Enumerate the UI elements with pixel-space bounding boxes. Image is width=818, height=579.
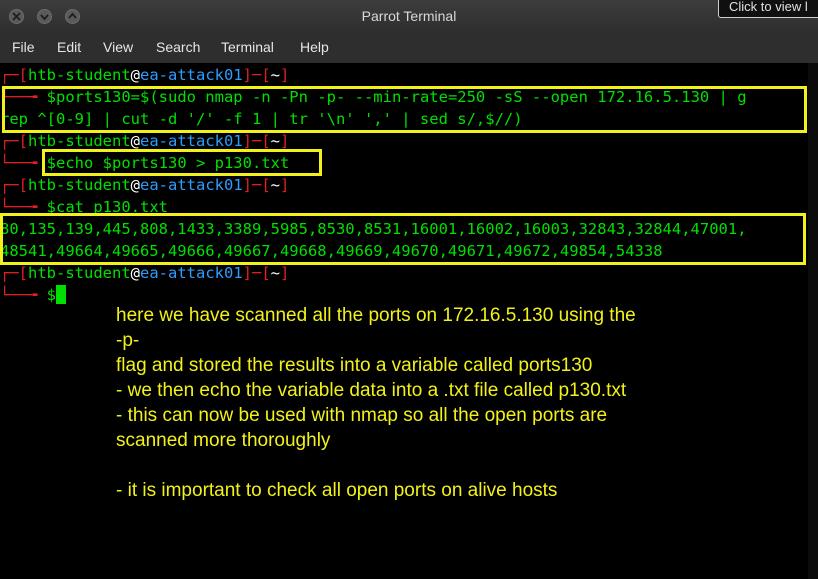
highlight-box-port-output — [0, 213, 806, 265]
annotation-line: - this can now be used with nmap so all … — [116, 405, 608, 426]
annotation-line — [116, 453, 756, 478]
command-line: └──╼ $ — [0, 284, 67, 306]
annotation-line: scanned more thoroughly — [116, 430, 331, 451]
prompt-line: ┌─[htb-student@ea-attack01]─[~] — [0, 66, 290, 84]
scrollbar[interactable] — [808, 63, 818, 579]
annotation-line: here we have scanned all the ports on 17… — [116, 305, 636, 326]
menu-edit[interactable]: Edit — [57, 39, 81, 55]
annotation-line: flag and stored the results into a varia… — [116, 355, 593, 376]
annotation-line: -p- — [116, 330, 140, 351]
annotation-line: - it is important to check all open port… — [116, 480, 558, 501]
prompt-line: ┌─[htb-student@ea-attack01]─[~] — [0, 264, 290, 282]
menu-file[interactable]: File — [12, 39, 35, 55]
annotation-line: - we then echo the variable data into a … — [116, 380, 627, 401]
highlight-box-echo-command — [42, 149, 322, 176]
annotation-text: here we have scanned all the ports on 17… — [116, 303, 756, 503]
menu-terminal[interactable]: Terminal — [221, 39, 274, 55]
window-title: Parrot Terminal — [361, 8, 457, 24]
menu-bar: File Edit View Search Terminal Help — [0, 33, 818, 63]
prompt-line: ┌─[htb-student@ea-attack01]─[~] — [0, 176, 290, 194]
menu-help[interactable]: Help — [300, 39, 329, 55]
menu-search[interactable]: Search — [156, 39, 200, 55]
highlight-box-nmap-command — [2, 86, 807, 133]
menu-view[interactable]: View — [103, 39, 133, 55]
tooltip: Click to view l — [718, 0, 818, 18]
title-bar: Parrot Terminal Click to view l — [0, 0, 818, 33]
cursor — [56, 284, 67, 304]
